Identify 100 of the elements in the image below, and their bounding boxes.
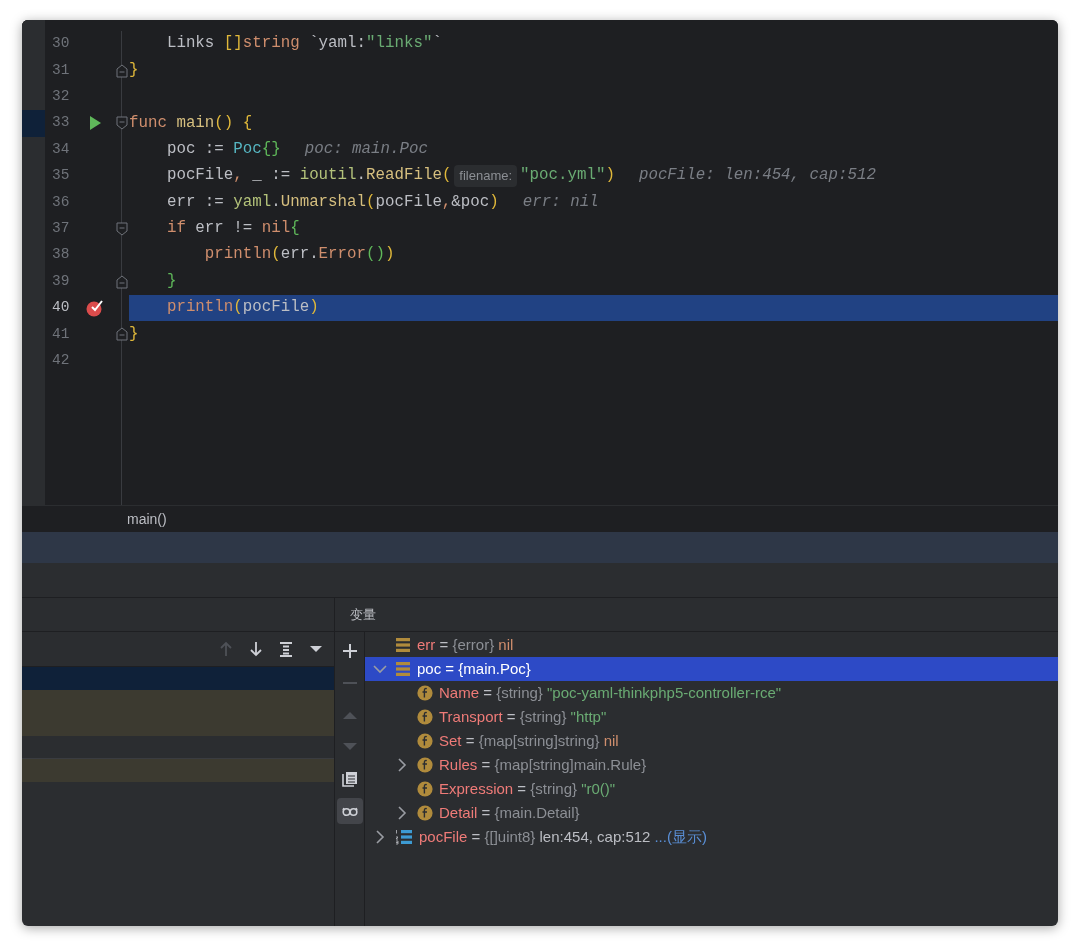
code-text: ioutil [299,165,357,187]
code-text: main [176,112,215,134]
field-icon [417,733,433,749]
inline-value-hint: pocFile: len:454, cap:512 [638,165,876,187]
code-text: ( [233,297,243,319]
code-text: nil [261,218,291,240]
code-text: "poc.yml" [520,165,606,187]
tree-row[interactable]: err = {error} nil [365,633,1058,657]
code-text: {} [261,138,281,160]
code-text: string [242,33,300,55]
code-text: , [233,165,243,187]
variable-icon [395,661,411,677]
breakpoint-icon[interactable] [86,299,104,318]
breadcrumb[interactable]: main() [127,508,167,530]
copy-icon [341,771,358,787]
tree-row[interactable]: pocFile = {[]uint8} len:454, cap:512 ...(显示) [365,825,1058,849]
inline-value-hint: poc: main.Poc [304,138,428,160]
variable-label: Name = {string} "poc-yaml-thinkphp5-controller-rce" [439,682,782,703]
line-number: 40 [51,298,71,318]
variable-label: Rules = {map[string]main.Rule} [439,754,647,775]
code-text: yaml [233,191,272,213]
parameter-hint: filename: [454,165,518,187]
code-text: poc := [165,138,225,160]
code-text: , [441,191,452,213]
variable-label: Set = {map[string]string} nil [439,730,619,751]
field-icon [417,757,433,773]
code-text: pocFile [375,191,442,213]
fold-icon[interactable] [116,63,128,78]
code-text: [] [223,33,243,55]
code-text: pocFile [242,297,310,319]
code-text: func [129,112,168,134]
fold-icon[interactable] [116,327,128,342]
array-icon [395,829,413,845]
variable-label: Expression = {string} "r0()" [439,778,616,799]
variable-label: poc = {main.Poc} [417,658,531,679]
glasses-button[interactable] [336,798,363,824]
arrow-up-icon [218,641,234,657]
line-number: 39 [51,271,71,291]
code-text: ( [366,191,376,213]
code-text: ` [432,33,442,55]
panel-title: 变量 [350,605,376,624]
code-text: err. [280,244,319,266]
line-number: 34 [51,139,71,159]
tree-row[interactable]: Expression = {string} "r0()" [365,777,1058,801]
tree-row[interactable]: Detail = {main.Detail} [365,801,1058,825]
tree-row[interactable]: poc = {main.Poc} [365,657,1058,681]
line-number: 41 [51,324,71,344]
field-icon [417,805,433,821]
tree-row[interactable]: Name = {string} "poc-yaml-thinkphp5-controller-rce" [365,681,1058,705]
line-number: 33 [51,113,71,133]
line-number: 30 [51,34,71,54]
line-number: 35 [51,166,71,186]
line-number: 36 [51,192,71,212]
field-icon [417,685,433,701]
code-text: Error [318,244,366,266]
tree-row[interactable]: Set = {map[string]string} nil [365,729,1058,753]
code-text: } [129,59,139,81]
minus-icon [341,682,358,684]
code-text: err != [194,218,254,240]
show-link[interactable]: ...(显示) [654,825,707,849]
code-text: err := [165,191,225,213]
code-text: ) [385,244,395,266]
variable-icon [395,637,411,653]
code-text: Links [165,33,216,55]
code-text: ReadFile [366,165,442,187]
list-icon [278,641,294,657]
code-text: println [165,297,234,319]
code-text: () { [214,112,253,134]
code-text: . [356,165,367,187]
run-icon[interactable] [89,116,101,131]
line-number: 31 [51,60,71,80]
code-text: } [129,323,139,345]
variable-label: pocFile = {[]uint8} len:454, cap:512 [419,826,651,847]
code-text: Unmarshal [280,191,366,213]
line-number: 37 [51,219,71,239]
code-text: { [290,218,300,240]
variable-label: Detail = {main.Detail} [439,802,580,823]
variable-label: err = {error} nil [417,634,514,655]
code-text: () [366,244,385,266]
variable-label: Transport = {string} "http" [439,706,607,727]
code-text: pocFile [165,165,234,187]
code-text: ( [271,244,281,266]
code-text: if [165,218,186,240]
line-number: 32 [51,87,71,107]
code-text: . [271,191,281,213]
code-text: `yaml: [308,33,366,55]
code-text: &poc [451,191,490,213]
code-text: println [203,244,272,266]
fold-icon[interactable] [116,274,128,289]
tree-row[interactable]: Rules = {map[string]main.Rule} [365,753,1058,777]
code-text: _ := [251,165,292,187]
plus-icon [341,643,358,659]
fold-icon[interactable] [116,116,128,131]
code-text: ( [441,165,452,187]
fold-icon[interactable] [116,221,128,236]
line-number: 38 [51,245,71,265]
code-text: ) [309,297,319,319]
tree-row[interactable]: Transport = {string} "http" [365,705,1058,729]
code-text: } [165,270,177,292]
code-text: Poc [233,138,262,160]
